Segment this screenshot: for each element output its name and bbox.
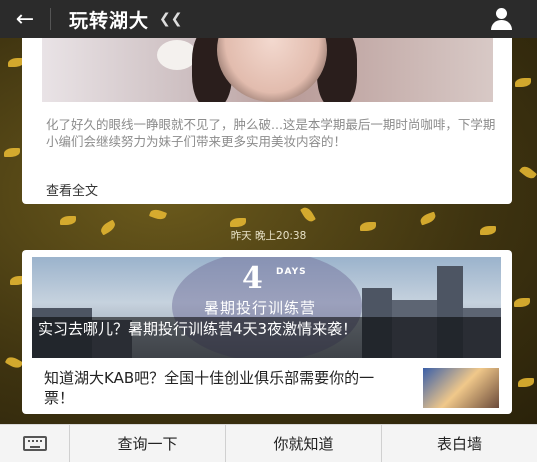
article-cover-image xyxy=(42,38,493,102)
voice-icon: ❮❮ xyxy=(159,11,183,27)
menu-item-confession-wall[interactable]: 表白墙 xyxy=(382,425,537,462)
message-timestamp: 昨天 晚上20:38 xyxy=(230,230,307,242)
menu-item-know[interactable]: 你就知道 xyxy=(226,424,382,462)
back-arrow-icon: ← xyxy=(15,6,35,32)
bottom-menu: 查询一下 你就知道 表白墙 xyxy=(0,424,537,462)
keyboard-toggle-button[interactable] xyxy=(0,424,70,462)
read-more-link[interactable]: 查看全文 xyxy=(46,180,98,199)
article-list-item[interactable]: 知道湖大KAB吧？全国十佳创业俱乐部需要你的一票！ xyxy=(44,368,384,408)
article-thumbnail[interactable] xyxy=(423,368,499,408)
article-card[interactable]: 化了好久的眼线一睁眼就不见了，肿么破...这是本学期最后一期时尚咖啡，下学期小编… xyxy=(22,38,512,204)
back-button[interactable]: ← xyxy=(0,0,50,38)
person-icon[interactable] xyxy=(489,8,513,30)
banner-subtitle: 暑期投行训练营 xyxy=(204,299,317,317)
top-bar: ← 玩转湖大 ❮❮ xyxy=(0,0,537,38)
keyboard-icon xyxy=(22,436,47,451)
header-divider xyxy=(50,8,51,30)
banner-number: 4 xyxy=(242,261,263,296)
menu-item-query[interactable]: 查询一下 xyxy=(70,424,226,462)
featured-article-title[interactable]: 实习去哪儿？暑期投行训练营4天3夜激情来袭！ xyxy=(32,317,501,358)
banner-days-label: DAYS xyxy=(276,267,307,277)
article-excerpt: 化了好久的眼线一睁眼就不见了，肿么破...这是本学期最后一期时尚咖啡，下学期小编… xyxy=(46,117,496,149)
chat-title: 玩转湖大 xyxy=(69,9,150,32)
multi-article-card: 4 DAYS 暑期投行训练营 实习去哪儿？暑期投行训练营4天3夜激情来袭！ 知道… xyxy=(22,250,512,414)
